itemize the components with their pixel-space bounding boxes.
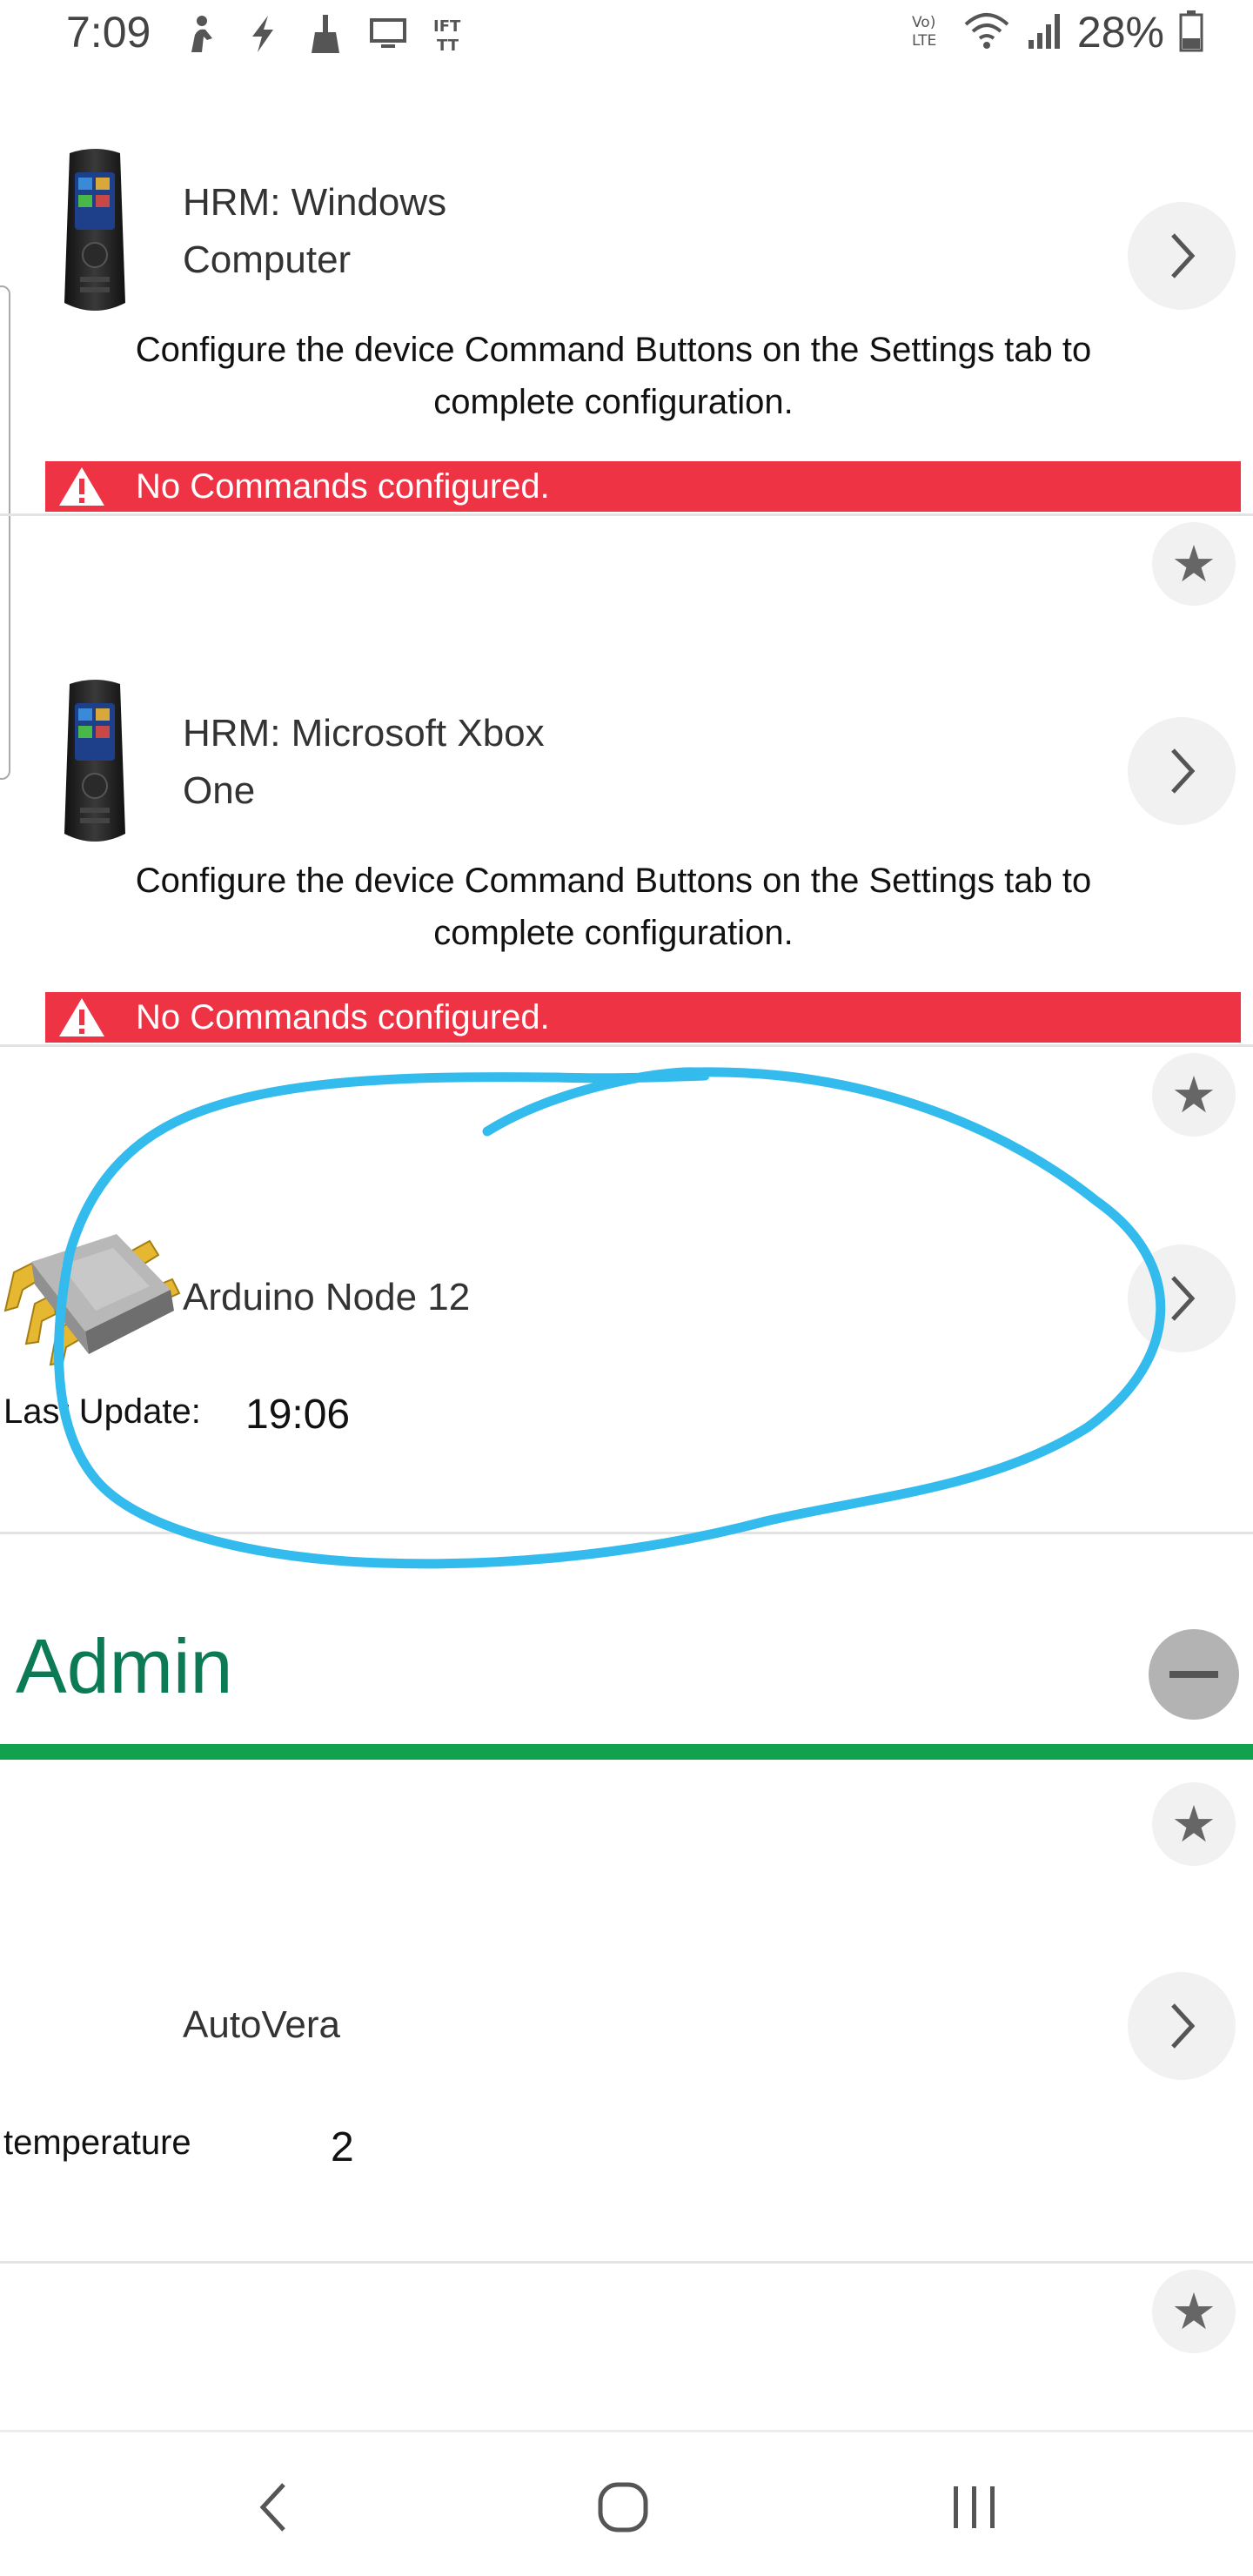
- star-icon: ★: [1171, 1794, 1216, 1854]
- device-name: AutoVera: [183, 2003, 341, 2046]
- minus-icon: [1169, 1671, 1218, 1678]
- device-name: Arduino Node 12: [183, 1276, 471, 1318]
- warning-icon: [57, 465, 110, 508]
- svg-text:LTE: LTE: [912, 32, 936, 50]
- device-name-line2: Computer: [183, 238, 352, 281]
- harmony-remote-image: [64, 149, 125, 311]
- battery-percent: 28%: [1076, 8, 1164, 57]
- section-title-admin: Admin: [16, 1623, 233, 1709]
- svg-text:Vo): Vo): [912, 14, 935, 31]
- person-icon: [181, 12, 219, 56]
- status-time: 7:09: [66, 8, 151, 57]
- warning-icon: [57, 996, 110, 1039]
- alert-text: No Commands configured.: [136, 466, 550, 506]
- star-icon: ★: [1171, 534, 1216, 594]
- device-details-button[interactable]: [1128, 717, 1236, 825]
- wifi-icon: [962, 10, 1011, 54]
- alert-banner: No Commands configured.: [45, 992, 1241, 1043]
- notification-icons: IFT TT: [181, 12, 470, 56]
- recents-icon: [954, 2486, 995, 2528]
- chip-image: [3, 1234, 181, 1366]
- chevron-right-icon: [1171, 1276, 1196, 1321]
- temperature-label: temperature: [3, 2123, 191, 2162]
- divider: [0, 2261, 1253, 2264]
- favorite-button[interactable]: ★: [1152, 1782, 1236, 1866]
- system-nav-bar: [0, 2430, 1253, 2576]
- lightning-icon: [244, 12, 282, 56]
- device-card-hrm-xbox: HRM: Microsoft Xbox One Configure the de…: [0, 604, 1253, 1050]
- system-icons: Vo) LTE 28%: [910, 7, 1204, 57]
- home-icon: [598, 2482, 648, 2532]
- signal-icon: [1025, 10, 1063, 54]
- divider: [0, 1532, 1253, 1534]
- alert-text: No Commands configured.: [136, 997, 550, 1036]
- svg-text:IFT: IFT: [433, 17, 461, 36]
- favorite-button[interactable]: ★: [1152, 2270, 1236, 2353]
- collapse-section-button[interactable]: [1149, 1629, 1239, 1720]
- config-message-line2: complete configuration.: [433, 383, 794, 421]
- divider: [0, 1044, 1253, 1047]
- device-details-button[interactable]: [1128, 1972, 1236, 2080]
- config-message-line2: complete configuration.: [433, 914, 794, 952]
- divider: [0, 513, 1253, 516]
- device-details-button[interactable]: [1128, 202, 1236, 310]
- favorite-button[interactable]: ★: [1152, 522, 1236, 606]
- device-name-line1: HRM: Windows: [183, 181, 447, 224]
- volte-icon: Vo) LTE: [910, 10, 948, 54]
- config-message-line1: Configure the device Command Buttons on …: [135, 331, 1092, 369]
- harmony-remote-image: [64, 680, 125, 842]
- device-name-line1: HRM: Microsoft Xbox: [183, 712, 545, 755]
- device-card-autovera: AutoVera temperature 2: [0, 1871, 1253, 2254]
- chevron-right-icon: [1171, 233, 1196, 278]
- chevron-right-icon: [1171, 2003, 1196, 2049]
- temperature-value: 2: [331, 2124, 354, 2170]
- favorite-button[interactable]: ★: [1152, 1053, 1236, 1137]
- last-update-label: Last Update:: [3, 1392, 201, 1431]
- back-icon: [259, 2483, 285, 2532]
- device-details-button[interactable]: [1128, 1244, 1236, 1352]
- monitor-icon: [369, 12, 407, 56]
- star-icon: ★: [1171, 1065, 1216, 1124]
- back-button[interactable]: [221, 2464, 325, 2551]
- star-icon: ★: [1171, 2282, 1216, 2341]
- chevron-right-icon: [1171, 748, 1196, 794]
- alert-banner: No Commands configured.: [45, 461, 1241, 512]
- device-card-hrm-windows: HRM: Windows Computer Configure the devi…: [0, 73, 1253, 519]
- svg-text:TT: TT: [437, 37, 459, 54]
- section-underline: [0, 1744, 1253, 1760]
- ifttt-icon: IFT TT: [432, 12, 470, 56]
- device-card-arduino-node: Arduino Node 12 Last Update: 19:06: [0, 1131, 1253, 1532]
- recents-button[interactable]: [922, 2464, 1027, 2551]
- device-name-line2: One: [183, 769, 256, 812]
- status-bar: 7:09 IFT TT Vo) LTE 28%: [0, 0, 1253, 73]
- battery-icon: [1178, 9, 1204, 56]
- last-update-value: 19:06: [245, 1392, 351, 1438]
- config-message-line1: Configure the device Command Buttons on …: [135, 862, 1092, 900]
- broom-icon: [306, 12, 345, 56]
- home-button[interactable]: [571, 2464, 675, 2551]
